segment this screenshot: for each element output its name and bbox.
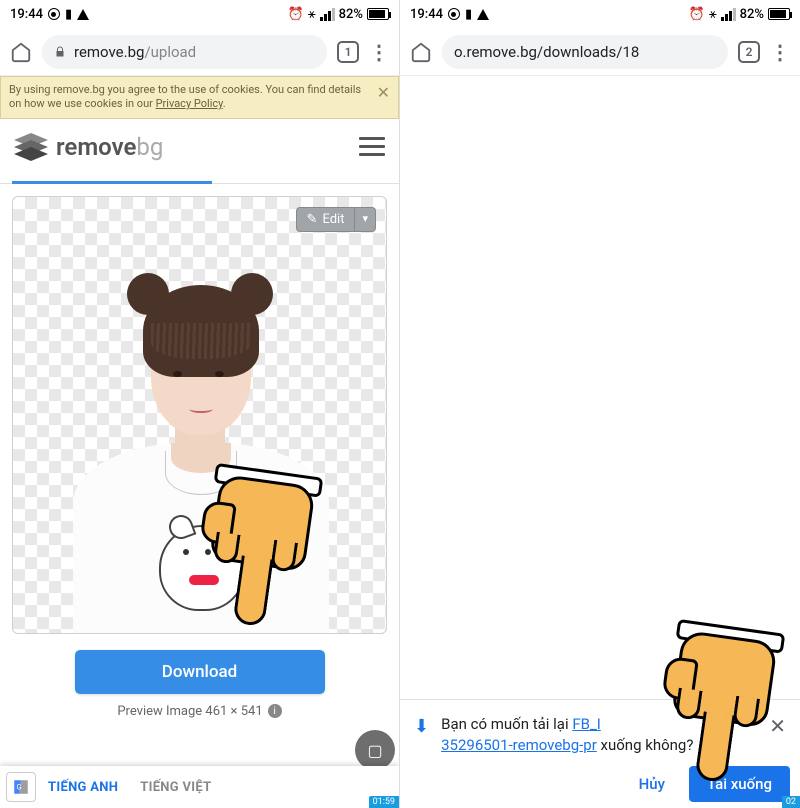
download-filename-link[interactable]: 35296501-removebg-pr <box>441 736 597 754</box>
wifi-icon: ⚹ <box>308 7 316 22</box>
url-text: o.remove.bg/downloads/18 <box>454 43 639 61</box>
wifi-icon: ⚹ <box>709 7 717 22</box>
browser-toolbar: o.remove.bg/downloads/18 2 ⋮ <box>400 28 800 76</box>
pointer-hand-overlay <box>186 472 336 639</box>
url-text: remove.bg/upload <box>74 43 196 61</box>
menu-icon[interactable]: ⋮ <box>770 40 790 64</box>
preview-caption: Preview Image 461 × 541 i <box>0 704 399 719</box>
signal-icon <box>320 8 335 21</box>
logo[interactable]: removebg <box>14 133 163 161</box>
brush-icon: ✎ <box>307 212 318 227</box>
edit-button[interactable]: ✎Edit <box>296 207 356 232</box>
hamburger-icon[interactable] <box>359 137 385 156</box>
scroll-fab[interactable]: ▢ <box>355 730 395 770</box>
home-icon[interactable] <box>10 41 32 63</box>
phone-right: 19:44 ▮ ⏰ ⚹ 82% o.remove.bg/downloads/18… <box>400 0 800 808</box>
download-button[interactable]: Download <box>75 650 325 694</box>
layers-icon <box>14 133 48 161</box>
tab-active-underline <box>12 175 212 184</box>
google-translate-icon[interactable]: G <box>6 772 36 802</box>
edit-dropdown[interactable]: ▾ <box>355 207 376 232</box>
status-bar: 19:44 ▮ ⏰ ⚹ 82% <box>400 0 800 28</box>
info-icon[interactable]: i <box>268 704 282 718</box>
alarm-icon: ⏰ <box>288 7 304 22</box>
address-bar[interactable]: remove.bg/upload <box>42 35 327 69</box>
battery-percent: 82% <box>339 7 363 22</box>
result-tabs <box>0 175 399 184</box>
tab-count[interactable]: 2 <box>738 41 760 63</box>
privacy-link[interactable]: Privacy Policy <box>156 97 223 110</box>
download-filename-link[interactable]: FB_I <box>572 715 600 733</box>
record-icon <box>48 8 60 20</box>
status-time: 19:44 <box>410 7 443 22</box>
home-icon[interactable] <box>410 41 432 63</box>
phone-left: 19:44 ▮ ⏰ ⚹ 82% remove.bg/upload 1 ⋮ <box>0 0 400 808</box>
cookie-banner: By using remove.bg you agree to the use … <box>0 76 399 119</box>
lang-english[interactable]: TIẾNG ANH <box>48 780 118 795</box>
translate-bar: G TIẾNG ANH TIẾNG VIỆT <box>0 766 399 808</box>
alarm-icon: ⏰ <box>689 7 705 22</box>
timecode: 02 <box>782 796 800 808</box>
battery-percent: 82% <box>740 7 764 22</box>
battery-icon <box>768 8 790 20</box>
address-bar[interactable]: o.remove.bg/downloads/18 <box>442 35 728 69</box>
notif-icon: ▮ <box>65 7 72 22</box>
close-icon[interactable]: ✕ <box>377 83 390 104</box>
browser-toolbar: remove.bg/upload 1 ⋮ <box>0 28 399 76</box>
tab-count[interactable]: 1 <box>337 41 359 63</box>
status-bar: 19:44 ▮ ⏰ ⚹ 82% <box>0 0 399 28</box>
download-icon: ⬇ <box>414 716 429 737</box>
site-header: removebg <box>0 119 399 175</box>
signal-icon <box>721 8 736 21</box>
notif-icon: ▮ <box>465 7 472 22</box>
lang-vietnamese[interactable]: TIẾNG VIỆT <box>140 780 211 795</box>
battery-icon <box>367 8 389 20</box>
status-time: 19:44 <box>10 7 43 22</box>
lock-icon <box>54 46 66 58</box>
menu-icon[interactable]: ⋮ <box>369 40 389 64</box>
pointer-hand-overlay <box>648 628 798 795</box>
record-icon <box>448 8 460 20</box>
warning-icon <box>477 9 489 20</box>
edit-button-group: ✎Edit ▾ <box>296 207 376 232</box>
warning-icon <box>77 9 89 20</box>
svg-text:G: G <box>17 782 22 791</box>
timecode: 01:59 <box>369 796 399 808</box>
